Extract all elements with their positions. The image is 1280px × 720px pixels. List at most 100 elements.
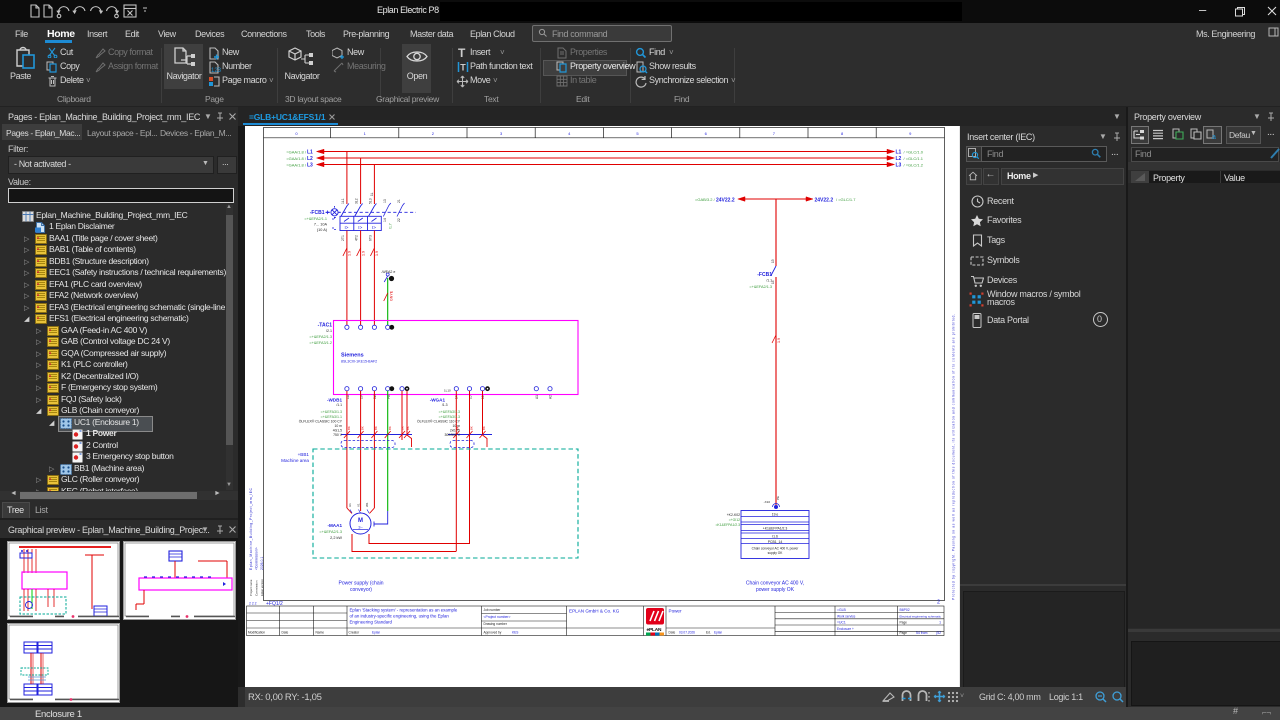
svg-text:/ =GLC/1.2: / =GLC/1.2 (904, 163, 924, 168)
svg-text:-X10: -X10 (764, 500, 771, 504)
svg-text:+BB1: +BB1 (298, 452, 310, 457)
svg-text:8: 8 (841, 131, 844, 136)
svg-text:=+GI12: =+GI12 (729, 518, 740, 522)
svg-text:U1: U1 (348, 503, 352, 507)
svg-text:Power: Power (669, 609, 682, 614)
svg-text:4T2: 4T2 (355, 235, 359, 241)
svg-text:Approved by: Approved by (484, 631, 502, 635)
svg-text:300/500 V: 300/500 V (445, 433, 461, 437)
svg-text:L1: L1 (307, 150, 313, 156)
svg-text:=+&EFA3/1.3: =+&EFA3/1.3 (439, 415, 460, 419)
svg-text:1W: 1W (373, 394, 377, 399)
svg-text:Date: Date (669, 631, 676, 635)
svg-text:Eplan: Eplan (372, 631, 380, 635)
svg-text:Machine area: Machine area (281, 458, 309, 463)
svg-text:Engineering Standard: Engineering Standard (350, 620, 393, 625)
svg-text:<Commission>: <Commission> (255, 547, 259, 570)
svg-text:L1: L1 (896, 150, 902, 156)
svg-text:Electrical engineering schemat: Electrical engineering schematic (900, 614, 942, 618)
svg-text:=GLB: =GLB (837, 608, 847, 612)
svg-text:54 from: 54 from (916, 631, 928, 635)
svg-text:/2.1: /2.1 (326, 329, 332, 333)
svg-text:A1: A1 (535, 395, 539, 399)
svg-text:Enclosure +: Enclosure + (837, 627, 854, 631)
svg-text:Protected by copyright. Passin: Protected by copyright. Passing on as we… (952, 314, 956, 600)
svg-text:=+&EFA2/1.3: =+&EFA2/1.3 (309, 335, 332, 339)
svg-text:B6P02: B6P02 (900, 608, 910, 612)
svg-text:a: a (1212, 134, 1216, 140)
svg-text:=+&EFA2/1.3: =+&EFA2/1.3 (749, 285, 772, 289)
svg-text:22: 22 (397, 218, 401, 222)
svg-text:1.9: 1.9 (777, 338, 781, 343)
svg-text:T: T (460, 63, 466, 73)
svg-text:1.9: 1.9 (375, 251, 379, 256)
svg-text:/1.1: /1.1 (766, 279, 772, 283)
svg-text:<Project number>: <Project number> (484, 615, 511, 619)
svg-text:L2: L2 (307, 156, 313, 162)
svg-text:1.9: 1.9 (347, 251, 351, 256)
svg-text:=+&EFA2/1.3: =+&EFA2/1.3 (319, 530, 342, 534)
svg-text:=K1&EFPA1/2.3: =K1&EFPA1/2.3 (715, 523, 740, 527)
svg-text:Job number: Job number (484, 608, 502, 612)
svg-text:24V22.2: 24V22.2 (815, 198, 834, 204)
svg-text:I>: I> (345, 225, 349, 230)
svg-text:(52: (52 (936, 631, 941, 635)
svg-text:13: 13 (771, 259, 775, 263)
svg-text:19.e: 19.e (772, 513, 779, 517)
svg-text:EPLAN GmbH & Co. KG: EPLAN GmbH & Co. KG (569, 609, 620, 614)
svg-text:Ed.: Ed. (706, 631, 711, 635)
svg-text:5L3: 5L3 (368, 198, 372, 204)
svg-text:3~: 3~ (358, 525, 363, 530)
svg-text:BK: BK (388, 426, 392, 430)
svg-text:(10 A): (10 A) (317, 228, 328, 232)
svg-text:-WDB1: -WDB1 (327, 398, 343, 403)
svg-text:=+&EFA2/1.1: =+&EFA2/1.1 (304, 217, 327, 221)
svg-text:Eplan version: Eplan version (260, 579, 264, 596)
svg-text:=GAA/1.8 /: =GAA/1.8 / (286, 156, 307, 161)
svg-text:Work service: Work service (837, 614, 856, 618)
svg-text:BK: BK (361, 426, 365, 430)
svg-text:Page: Page (900, 621, 908, 625)
svg-text:BK: BK (401, 426, 405, 430)
svg-text:ÖLFLEX® CLASSIC 100 CY: ÖLFLEX® CLASSIC 100 CY (299, 419, 343, 423)
svg-text:1: 1 (939, 621, 941, 625)
svg-text:Commission: Commission (255, 580, 259, 596)
svg-text:power supply OK: power supply OK (756, 587, 795, 593)
svg-text:Project name: Project name (249, 579, 253, 596)
svg-text:2,2 kW: 2,2 kW (330, 536, 342, 540)
svg-text:BK: BK (470, 426, 474, 430)
svg-text:1.9: 1.9 (362, 251, 366, 256)
svg-text:03.07.2026: 03.07.2026 (679, 631, 695, 635)
svg-text:21: 21 (397, 199, 401, 203)
svg-text:=+&EFA3/1.3: =+&EFA3/1.3 (321, 410, 342, 414)
svg-text:W1: W1 (365, 502, 369, 507)
svg-text:3L2: 3L2 (355, 198, 359, 204)
svg-text:/ =GLC/1.1: / =GLC/1.1 (904, 156, 924, 161)
svg-text:ePLAN: ePLAN (647, 627, 662, 633)
svg-text:-WEA2 e: -WEA2 e (381, 270, 395, 274)
svg-text:2: 2 (937, 600, 940, 606)
svg-text:Page: Page (900, 631, 908, 635)
svg-text:2026.0.1: 2026.0.1 (260, 557, 264, 570)
svg-text:BK: BK (482, 426, 486, 430)
svg-text:Siemens: Siemens (341, 353, 364, 359)
svg-text:Chain conveyor AC 400 V, power: Chain conveyor AC 400 V, power (752, 547, 800, 551)
svg-text:13: 13 (383, 199, 387, 203)
svg-text:10 m: 10 m (452, 424, 460, 428)
svg-text:6: 6 (705, 131, 708, 136)
svg-text:14: 14 (383, 218, 387, 222)
svg-text:BK: BK (374, 426, 378, 430)
svg-text:+K2-K02: +K2-K02 (727, 513, 740, 517)
svg-text:Power supply (chain: Power supply (chain (338, 581, 383, 587)
svg-text:=GAA/1.8 /: =GAA/1.8 / (286, 150, 307, 155)
svg-text:BK: BK (406, 426, 410, 430)
svg-text:Eplan 'Stacking system' - repr: Eplan 'Stacking system' - representation… (350, 608, 458, 613)
svg-text:2: 2 (432, 131, 435, 136)
svg-text:L3: L3 (307, 163, 313, 169)
svg-text:I>: I> (358, 225, 362, 230)
svg-text:-TAC1: -TAC1 (318, 323, 333, 329)
svg-text:1L10: 1L10 (444, 389, 451, 393)
svg-text:24V22.2: 24V22.2 (716, 198, 735, 204)
svg-text:PE: PE (776, 496, 780, 500)
svg-text:1: 1 (364, 131, 367, 136)
